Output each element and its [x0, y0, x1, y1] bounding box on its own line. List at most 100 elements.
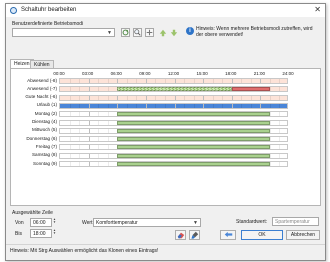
- schedule-row[interactable]: [59, 102, 288, 109]
- hour-gridline: [155, 95, 157, 100]
- hour-gridline: [164, 95, 166, 100]
- hour-gridline: [279, 128, 281, 133]
- schedule-segment-green[interactable]: [117, 145, 270, 150]
- hour-gridline: [88, 120, 90, 125]
- hour-gridline: [88, 103, 90, 108]
- hour-label: 09:00: [139, 71, 151, 76]
- hour-gridline: [222, 103, 224, 108]
- hour-gridline: [79, 120, 81, 125]
- erase-button[interactable]: [175, 230, 186, 240]
- hour-label: 24:00: [282, 71, 294, 76]
- hour-gridline: [79, 79, 81, 83]
- hour-gridline: [98, 153, 100, 158]
- add-button[interactable]: [145, 28, 154, 37]
- eraser-icon: [177, 232, 184, 239]
- hour-gridline: [69, 112, 71, 117]
- schedule-row[interactable]: [59, 111, 288, 118]
- hour-gridline: [98, 128, 100, 133]
- schedule-row[interactable]: [59, 127, 288, 134]
- hour-gridline: [107, 120, 109, 125]
- user-modes-combo[interactable]: ▼: [12, 28, 115, 37]
- hour-gridline: [98, 112, 100, 117]
- hour-gridline: [269, 145, 271, 150]
- hour-gridline: [174, 95, 176, 100]
- schedule-row[interactable]: [59, 86, 288, 93]
- from-time-input[interactable]: 06:00: [30, 218, 52, 227]
- hour-gridline: [250, 103, 252, 108]
- footer-divider: [6, 244, 325, 245]
- schedule-segment-green[interactable]: [117, 120, 270, 125]
- hour-gridline: [241, 103, 243, 108]
- hour-gridline: [126, 79, 128, 83]
- hour-gridline: [279, 112, 281, 117]
- hour-gridline: [69, 137, 71, 142]
- hour-gridline: [136, 79, 138, 83]
- move-down-button[interactable]: [169, 28, 178, 37]
- value-label: Wert: [82, 220, 93, 226]
- hour-gridline: [88, 95, 90, 100]
- hour-gridline: [69, 103, 71, 108]
- schedule-row[interactable]: [59, 152, 288, 159]
- hour-gridline: [88, 145, 90, 150]
- hour-gridline: [69, 153, 71, 158]
- row-label: Gute Nacht (-6): [25, 94, 57, 100]
- hour-gridline: [117, 95, 119, 100]
- schedule-segment-green[interactable]: [117, 162, 270, 166]
- back-button[interactable]: [220, 230, 236, 240]
- hour-gridline: [241, 95, 243, 100]
- schedule-row[interactable]: [59, 119, 288, 126]
- schedule-segment-green[interactable]: [117, 128, 270, 133]
- cancel-button[interactable]: Abbrechen: [286, 230, 320, 240]
- hour-gridline: [107, 95, 109, 100]
- schedule-segment-green[interactable]: [117, 112, 270, 117]
- hour-gridline: [107, 112, 109, 117]
- schedule-row[interactable]: [59, 161, 288, 167]
- hour-gridline: [279, 153, 281, 158]
- schedule-row[interactable]: [59, 136, 288, 143]
- to-spinner[interactable]: ▲ ▼: [53, 229, 57, 235]
- brush-icon: [190, 231, 198, 239]
- hour-gridline: [79, 128, 81, 133]
- search-button[interactable]: [133, 28, 142, 37]
- hour-gridline: [193, 79, 195, 83]
- arrow-up-icon: [159, 29, 166, 36]
- hour-gridline: [88, 162, 90, 166]
- close-button[interactable]: ✕: [314, 5, 321, 14]
- to-time-input[interactable]: 18:00: [30, 229, 52, 238]
- hour-gridline: [98, 103, 100, 108]
- row-label: Montag (2): [34, 110, 57, 116]
- hour-gridline: [69, 79, 71, 83]
- chevron-down-icon: ▼: [107, 30, 112, 36]
- row-label: Abwesend (-8): [27, 77, 57, 83]
- move-up-button[interactable]: [158, 28, 167, 37]
- hour-gridline: [212, 103, 214, 108]
- hour-gridline: [155, 103, 157, 108]
- schedule-row[interactable]: [59, 94, 288, 101]
- from-spinner[interactable]: ▲ ▼: [53, 218, 57, 224]
- hour-gridline: [145, 95, 147, 100]
- hour-gridline: [203, 103, 205, 108]
- hour-label: 15:00: [196, 71, 208, 76]
- hour-gridline: [260, 103, 262, 108]
- hour-gridline: [69, 145, 71, 150]
- schedule-segment-hatch[interactable]: [117, 87, 232, 92]
- from-label: Von: [15, 220, 24, 226]
- paint-button[interactable]: [189, 230, 200, 240]
- refresh-button[interactable]: [121, 28, 130, 37]
- schedule-row[interactable]: [59, 78, 288, 84]
- title-bar: Schaltuhr bearbeiten ✕: [6, 4, 325, 17]
- schedule-segment-red[interactable]: [231, 87, 270, 92]
- schedule-row[interactable]: [59, 144, 288, 151]
- hour-gridline: [88, 137, 90, 142]
- schedule-segment-green[interactable]: [117, 137, 270, 142]
- hour-gridline: [117, 79, 119, 83]
- arrow-left-icon: [224, 231, 232, 238]
- standard-value-field[interactable]: Spartemperatur: [272, 217, 319, 226]
- hour-gridline: [184, 79, 186, 83]
- schedule-segment-green[interactable]: [117, 153, 270, 158]
- value-combo[interactable]: Komforttemperatur ▼: [93, 218, 201, 227]
- hour-gridline: [79, 103, 81, 108]
- ok-button[interactable]: OK: [241, 230, 283, 240]
- hour-gridline: [250, 79, 252, 83]
- hour-gridline: [69, 87, 71, 92]
